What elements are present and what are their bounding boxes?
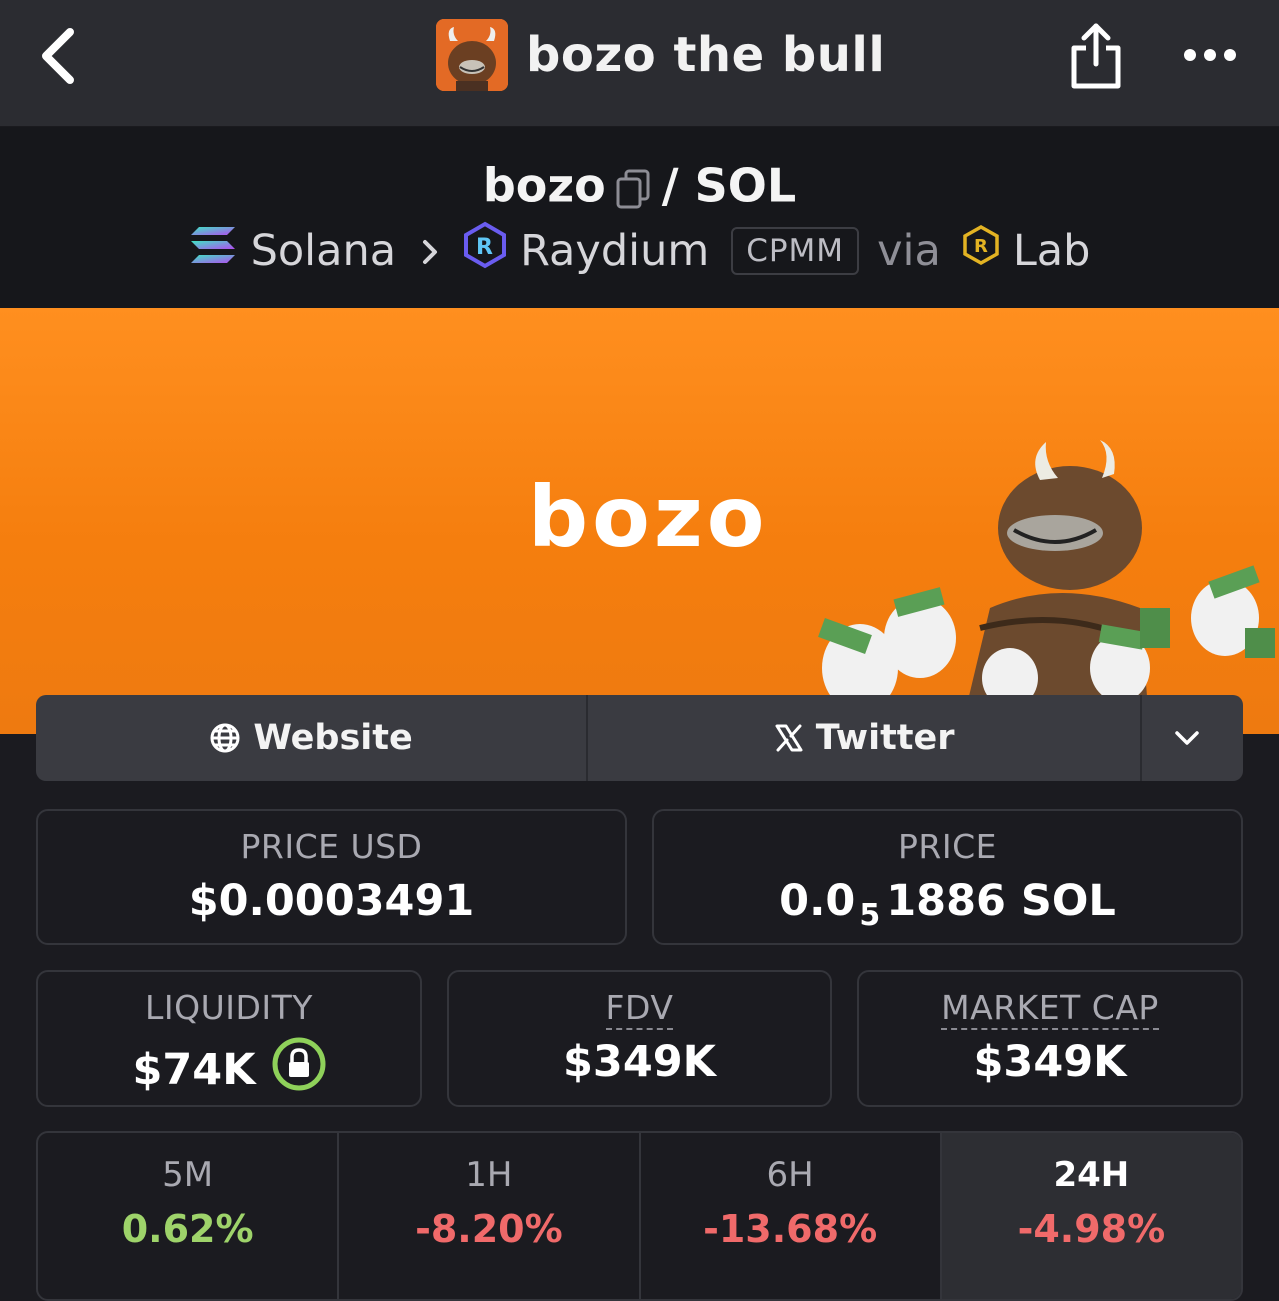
token-title: bozo the bull [436,18,885,92]
liquidity-value-row: $74K [38,1037,420,1102]
pair-header: bozo / SOL Solana R Raydium CPMM via R L… [0,127,1279,308]
share-icon[interactable] [1068,20,1124,90]
token-banner: bozo [0,308,1279,734]
change-tab-label: 1H [465,1155,513,1195]
change-tab-label: 6H [766,1155,814,1195]
change-tab-label: 5M [162,1155,214,1195]
lock-icon[interactable] [272,1037,326,1102]
website-button[interactable]: Website [36,695,589,781]
globe-icon [210,723,240,753]
chain-name[interactable]: Solana [251,226,397,276]
price-usd-label: PRICE USD [240,827,423,866]
price-native-prefix: 0.0 [779,876,856,926]
change-tab-label: 24H [1053,1155,1130,1195]
svg-text:bozo: bozo [528,468,768,566]
chevron-right-icon [422,226,438,276]
liquidity-card: LIQUIDITY $74K [36,970,422,1107]
price-native-zero-count: 5 [859,898,881,933]
website-label: Website [253,718,413,758]
pair-separator: / [661,158,679,213]
links-bar: Website Twitter [36,695,1243,781]
pool-type-badge: CPMM [731,226,860,275]
top-bar: bozo the bull [0,0,1279,127]
market-cap-value: $349K [973,1037,1127,1087]
token-avatar [436,19,508,91]
x-logo-icon [775,724,803,752]
change-tab-value: -8.20% [415,1207,563,1251]
launchpad-name[interactable]: Lab [1013,226,1091,276]
market-cap-label[interactable]: MARKET CAP [941,988,1159,1030]
more-horizontal-icon[interactable] [1182,44,1238,66]
fdv-label[interactable]: FDV [605,988,674,1030]
raydium-icon: R [462,221,508,280]
pair-name: bozo / SOL [0,155,1279,213]
change-tab-value: -4.98% [1017,1207,1166,1251]
change-tab-value: 0.62% [121,1207,254,1251]
price-native-card: PRICE 0.0 5 1886 SOL [652,809,1243,945]
price-native-label: PRICE [898,827,997,866]
chevron-left-icon[interactable] [38,28,80,84]
solana-icon [189,225,237,276]
token-name: bozo the bull [526,27,886,83]
copy-icon[interactable] [616,166,650,208]
svg-text:R: R [974,236,988,257]
via-label: via [877,225,941,276]
chain-breadcrumb: Solana R Raydium CPMM via R Lab [0,221,1279,280]
quote-symbol: SOL [694,158,797,213]
twitter-label: Twitter [815,718,955,758]
lab-icon: R [961,224,1001,277]
price-native-value: 0.0 5 1886 SOL [654,876,1241,933]
market-cap-card: MARKET CAP $349K [857,970,1243,1107]
dex-name[interactable]: Raydium [520,226,709,276]
change-tab-5m[interactable]: 5M 0.62% [38,1133,340,1299]
price-usd-value: $0.0003491 [188,876,475,926]
change-tab-1h[interactable]: 1H -8.20% [339,1133,641,1299]
price-native-suffix: 1886 SOL [886,876,1116,926]
liquidity-label: LIQUIDITY [145,988,313,1027]
bull-illustration [818,440,1275,734]
change-tab-6h[interactable]: 6H -13.68% [641,1133,942,1299]
change-tab-value: -13.68% [703,1207,878,1251]
more-links-button[interactable] [1142,695,1243,781]
price-change-tabs: 5M 0.62% 1H -8.20% 6H -13.68% 24H -4.98% [36,1131,1243,1301]
svg-text:R: R [476,235,493,260]
price-usd-card: PRICE USD $0.0003491 [36,809,627,945]
change-tab-24h[interactable]: 24H -4.98% [941,1133,1241,1299]
liquidity-value: $74K [132,1044,256,1095]
chevron-down-icon [1174,731,1199,745]
fdv-value: $349K [563,1037,716,1087]
base-symbol: bozo [482,158,606,213]
fdv-card: FDV $349K [447,970,832,1107]
twitter-button[interactable]: Twitter [588,695,1143,781]
